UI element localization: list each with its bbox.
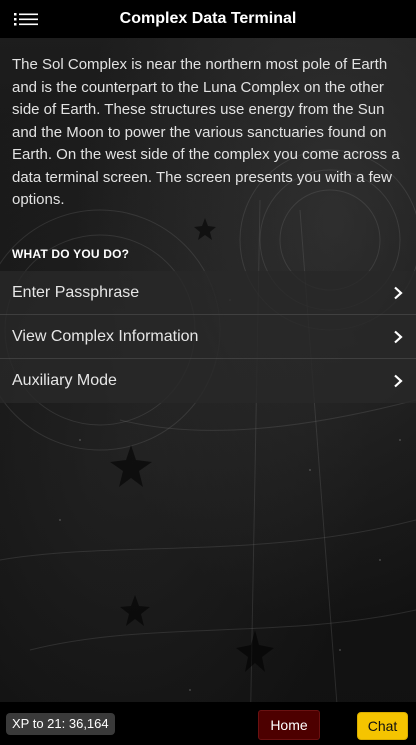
option-auxiliary-mode[interactable]: Auxiliary Mode — [0, 359, 416, 403]
star-shape — [110, 445, 152, 487]
chevron-right-icon — [394, 286, 403, 299]
top-bar: Complex Data Terminal — [0, 0, 416, 38]
chat-button[interactable]: Chat — [357, 712, 408, 740]
app-screen: Complex Data Terminal The Sol Complex is… — [0, 0, 416, 745]
bottom-bar: XP to 21: 36,164 Home Chat — [0, 702, 416, 745]
star-shape — [236, 630, 274, 672]
hamburger-menu-icon[interactable] — [12, 9, 40, 29]
star-shape — [120, 595, 150, 626]
option-enter-passphrase[interactable]: Enter Passphrase — [0, 271, 416, 315]
page-title: Complex Data Terminal — [119, 10, 297, 27]
option-label: View Complex Information — [12, 327, 199, 345]
option-label: Enter Passphrase — [12, 283, 140, 301]
options-list: Enter Passphrase View Complex Informatio… — [0, 271, 416, 403]
chevron-right-icon — [394, 374, 403, 388]
xp-progress-badge: XP to 21: 36,164 — [6, 713, 115, 735]
option-label: Auxiliary Mode — [12, 372, 117, 389]
choice-prompt: WHAT DO YOU DO? — [12, 247, 130, 261]
home-button[interactable]: Home — [258, 710, 320, 740]
intro-paragraph: The Sol Complex is near the northern mos… — [12, 56, 400, 208]
option-view-complex-information[interactable]: View Complex Information — [0, 315, 416, 359]
chevron-right-icon — [394, 330, 403, 343]
